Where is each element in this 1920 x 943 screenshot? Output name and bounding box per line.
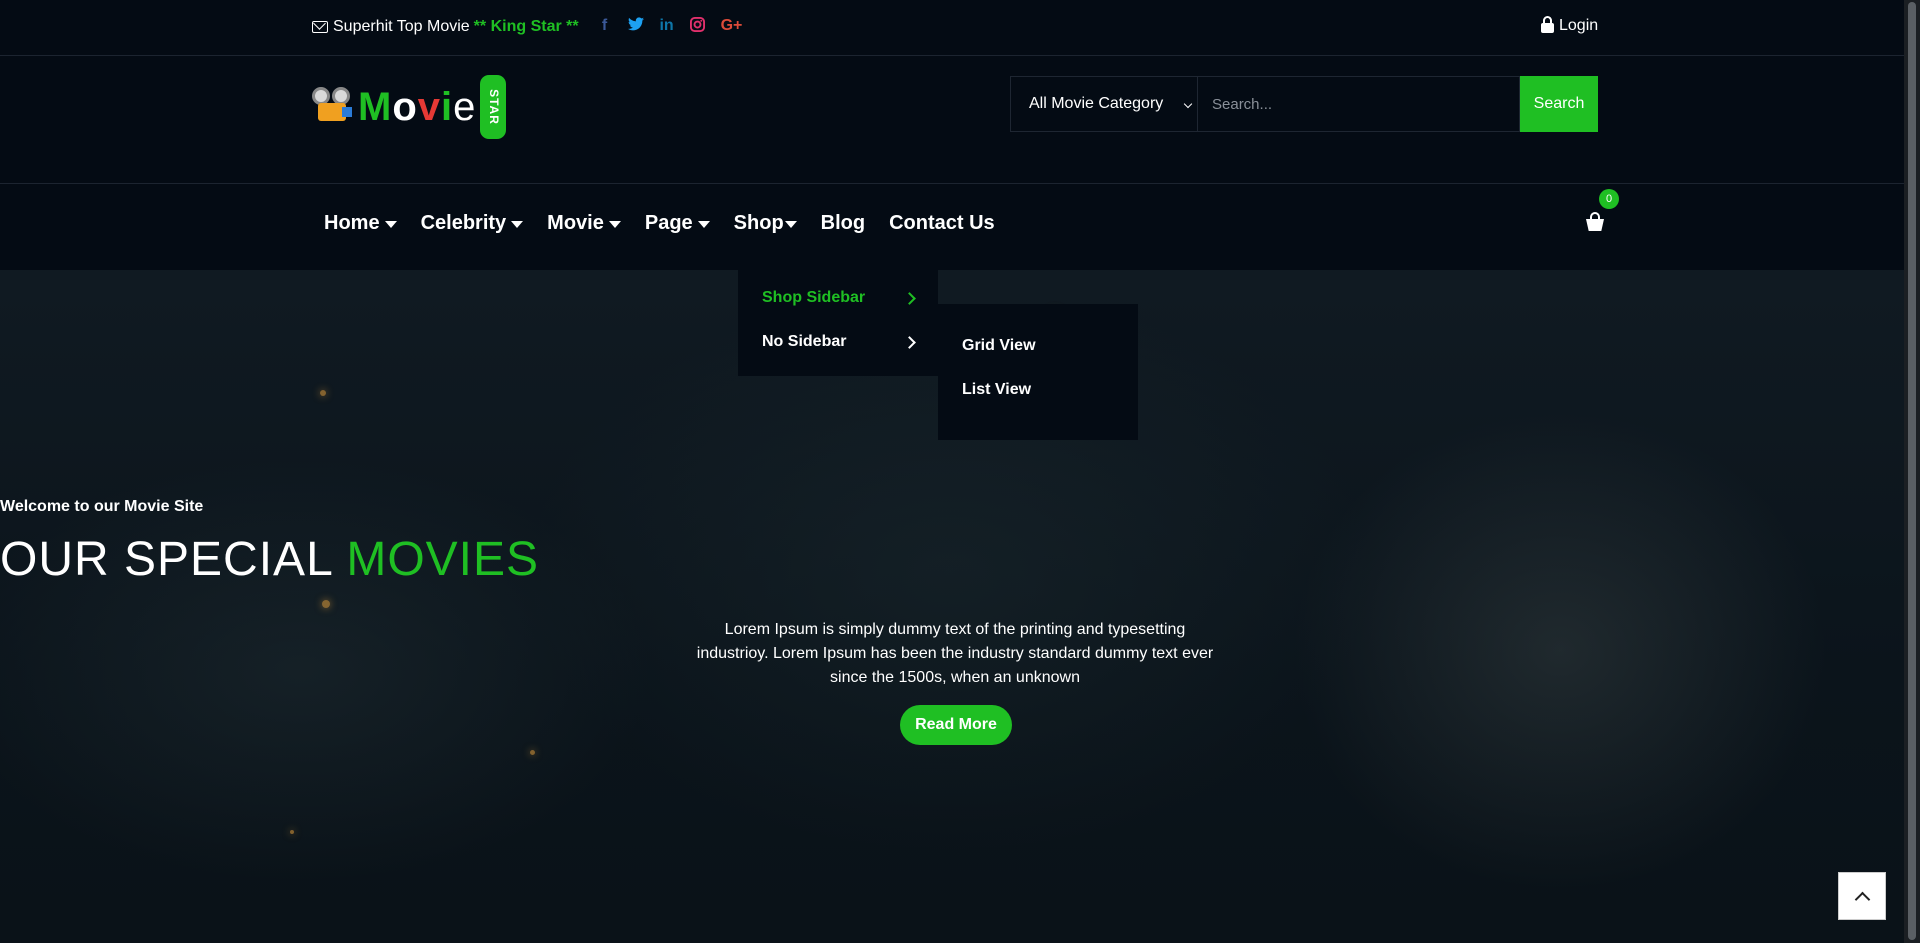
nav-item-movie[interactable]: Movie — [547, 212, 621, 235]
search-input[interactable] — [1198, 76, 1520, 132]
nav-item-home[interactable]: Home — [324, 212, 397, 235]
film-camera-icon — [312, 87, 354, 127]
search-button[interactable]: Search — [1520, 76, 1598, 132]
instagram-icon[interactable] — [690, 17, 706, 37]
nav-items: Home Celebrity Movie Page Shop Blog Cont… — [324, 212, 995, 235]
caret-down-icon — [511, 221, 524, 228]
header: Movie STAR All Movie Category Search — [0, 56, 1904, 184]
hero-title: OUR SPECIAL MOVIES — [0, 533, 540, 586]
social-links: f in G+ — [597, 17, 743, 37]
category-select[interactable]: All Movie Category — [1010, 76, 1198, 132]
page-scrollbar[interactable] — [1904, 0, 1920, 943]
facebook-icon[interactable]: f — [597, 17, 613, 37]
menu-item-grid-view[interactable]: Grid View — [938, 324, 1138, 368]
login-label: Login — [1559, 17, 1599, 34]
caret-down-icon — [697, 221, 710, 228]
menu-item-shop-sidebar[interactable]: Shop Sidebar — [738, 276, 938, 320]
nav-item-contact[interactable]: Contact Us — [889, 212, 995, 235]
site-logo[interactable]: Movie STAR — [312, 75, 507, 139]
menu-item-list-view[interactable]: List View — [938, 368, 1138, 412]
caret-down-icon — [608, 221, 621, 228]
chevron-up-icon — [1854, 891, 1870, 907]
google-plus-icon[interactable]: G+ — [721, 17, 743, 37]
shop-dropdown-menu: Shop Sidebar No Sidebar — [738, 270, 938, 376]
page: Superhit Top Movie ** King Star ** f in … — [0, 0, 1904, 943]
chevron-down-icon — [1183, 99, 1193, 109]
logo-text: Movie — [358, 84, 477, 129]
scrollbar-thumb[interactable] — [1908, 2, 1916, 940]
nav-item-blog[interactable]: Blog — [821, 212, 865, 235]
caret-down-icon — [784, 221, 797, 228]
envelope-icon — [312, 21, 328, 33]
menu-item-no-sidebar[interactable]: No Sidebar — [738, 320, 938, 364]
hero-welcome: Welcome to our Movie Site — [0, 498, 204, 515]
nav-item-shop[interactable]: Shop — [734, 212, 797, 235]
linkedin-icon[interactable]: in — [659, 17, 675, 37]
scroll-to-top-button[interactable] — [1838, 872, 1886, 920]
shop-submenu: Grid View List View — [938, 304, 1138, 440]
hero-description: Lorem Ipsum is simply dummy text of the … — [696, 621, 1214, 686]
cart-count-badge: 0 — [1599, 189, 1619, 209]
nav-item-celebrity[interactable]: Celebrity — [421, 212, 524, 235]
top-bar-left: Superhit Top Movie ** King Star ** f in … — [312, 17, 743, 37]
top-bar: Superhit Top Movie ** King Star ** f in … — [0, 0, 1904, 56]
caret-down-icon — [384, 221, 397, 228]
tagline-highlight: ** King Star ** — [473, 18, 579, 35]
chevron-right-icon — [903, 335, 916, 349]
lock-icon — [1541, 16, 1554, 33]
logo-star-badge: STAR — [480, 75, 507, 139]
shopping-basket-icon[interactable] — [1586, 212, 1606, 232]
read-more-button[interactable]: Read More — [900, 705, 1012, 745]
nav-item-page[interactable]: Page — [645, 212, 710, 235]
search-bar: All Movie Category Search — [1010, 76, 1598, 132]
tagline-prefix: Superhit Top Movie — [333, 18, 470, 35]
twitter-icon[interactable] — [627, 17, 644, 37]
chevron-right-icon — [903, 291, 916, 305]
login-link[interactable]: Login — [1541, 16, 1599, 35]
